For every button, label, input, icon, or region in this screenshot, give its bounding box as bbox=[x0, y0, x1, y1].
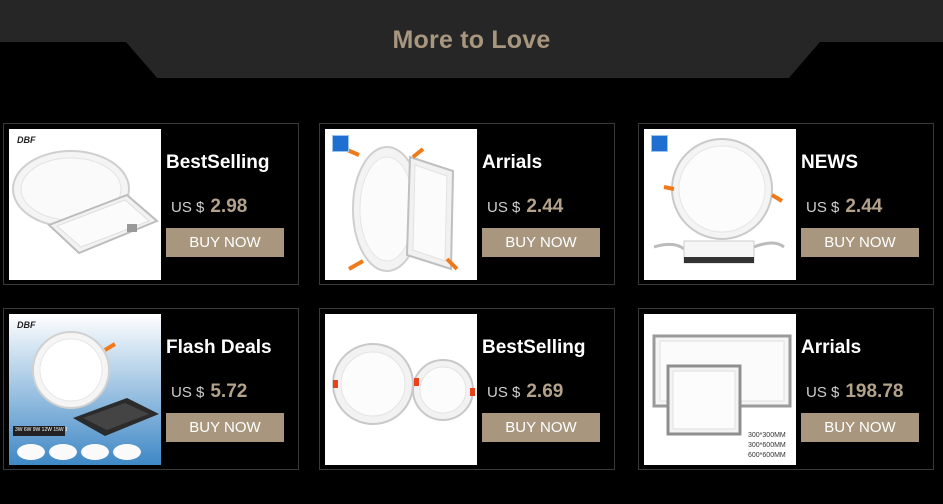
product-card[interactable]: Arrials US $ 2.44 BUY NOW bbox=[319, 123, 615, 285]
section-title: More to Love bbox=[392, 26, 551, 54]
product-price: US $ 2.44 bbox=[487, 196, 563, 218]
product-card[interactable]: NEWS US $ 2.44 BUY NOW bbox=[638, 123, 934, 285]
product-card[interactable]: BestSelling US $ 2.69 BUY NOW bbox=[319, 308, 615, 470]
price-value: 2.44 bbox=[526, 196, 564, 217]
buy-now-button[interactable]: BUY NOW bbox=[166, 413, 284, 442]
currency-label: US $ bbox=[171, 384, 205, 401]
buy-now-button[interactable]: BUY NOW bbox=[801, 413, 919, 442]
brand-logo: DBF bbox=[17, 320, 36, 330]
watts-label: 3W 6W 9W 12W 15W 18W 24W bbox=[15, 427, 67, 433]
product-image[interactable]: DBF 3W 6W 9W 12W 15W 18W 24W bbox=[9, 314, 161, 465]
badge-icon bbox=[651, 135, 668, 152]
price-value: 198.78 bbox=[845, 381, 904, 402]
product-price: US $ 5.72 bbox=[171, 381, 247, 403]
currency-label: US $ bbox=[487, 199, 521, 216]
product-image[interactable] bbox=[644, 129, 796, 280]
product-price: US $ 2.44 bbox=[806, 196, 882, 218]
size-item: 300*300MM bbox=[748, 432, 786, 439]
buy-now-button[interactable]: BUY NOW bbox=[166, 228, 284, 257]
buy-now-button[interactable]: BUY NOW bbox=[801, 228, 919, 257]
product-title: Flash Deals bbox=[166, 337, 272, 358]
product-card[interactable]: 300*300MM 300*600MM 600*600MM Arrials US… bbox=[638, 308, 934, 470]
product-title: BestSelling bbox=[482, 337, 586, 358]
product-card[interactable]: DBF 3W 6W 9W 12W 15W 18W 24W Flash Deals… bbox=[3, 308, 299, 470]
currency-label: US $ bbox=[171, 199, 205, 216]
product-title: Arrials bbox=[482, 152, 543, 173]
product-title: Arrials bbox=[801, 337, 862, 358]
currency-label: US $ bbox=[806, 199, 840, 216]
price-value: 2.44 bbox=[845, 196, 883, 217]
product-image[interactable] bbox=[325, 314, 477, 465]
price-value: 2.69 bbox=[526, 381, 564, 402]
buy-now-button[interactable]: BUY NOW bbox=[482, 228, 600, 257]
price-value: 5.72 bbox=[210, 381, 248, 402]
brand-logo: DBF bbox=[17, 135, 36, 145]
size-item: 600*600MM bbox=[748, 452, 786, 459]
product-image[interactable] bbox=[325, 129, 477, 280]
currency-label: US $ bbox=[487, 384, 521, 401]
buy-now-button[interactable]: BUY NOW bbox=[482, 413, 600, 442]
product-price: US $ 2.69 bbox=[487, 381, 563, 403]
product-price: US $ 2.98 bbox=[171, 196, 247, 218]
badge-icon bbox=[332, 135, 349, 152]
price-value: 2.98 bbox=[210, 196, 248, 217]
product-price: US $ 198.78 bbox=[806, 381, 903, 403]
size-item: 300*600MM bbox=[748, 442, 786, 449]
product-card[interactable]: DBF BestSelling US $ 2.98 BUY NOW bbox=[3, 123, 299, 285]
product-title: BestSelling bbox=[166, 152, 270, 173]
size-list: 300*300MM 300*600MM 600*600MM bbox=[748, 431, 786, 461]
currency-label: US $ bbox=[806, 384, 840, 401]
product-image[interactable]: DBF bbox=[9, 129, 161, 280]
product-title: NEWS bbox=[801, 152, 858, 173]
product-image[interactable]: 300*300MM 300*600MM 600*600MM bbox=[644, 314, 796, 465]
